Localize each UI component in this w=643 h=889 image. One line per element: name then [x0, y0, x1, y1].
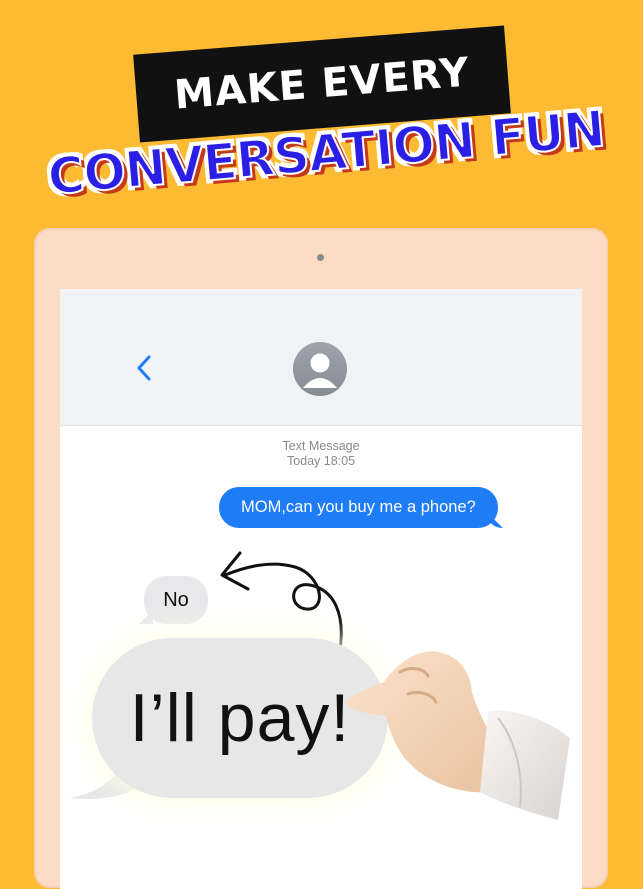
- headline-line2: CONVERSATION FUN: [44, 99, 607, 207]
- message-time-label: Today 18:05: [286, 454, 356, 468]
- conversation-header: [60, 289, 582, 426]
- incoming-message-bubble[interactable]: No: [144, 576, 208, 624]
- contact-avatar-icon[interactable]: [293, 342, 347, 396]
- pointing-hand-icon: [344, 651, 570, 820]
- outgoing-message-bubble[interactable]: MOM,can you buy me a phone?: [219, 487, 498, 528]
- chevron-left-icon[interactable]: [130, 353, 160, 383]
- message-type-label: Text Message: [282, 439, 360, 453]
- camera-icon: [317, 254, 324, 261]
- message-timestamp: Text Message Today 18:05: [60, 439, 582, 469]
